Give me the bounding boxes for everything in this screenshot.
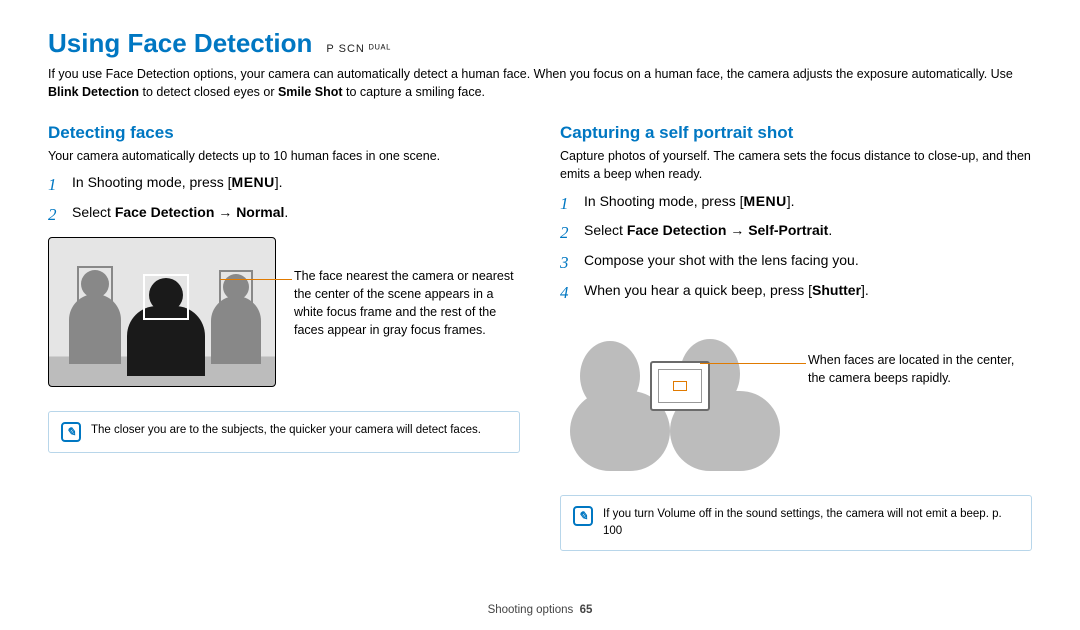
menu-button-label: MENU <box>232 174 275 190</box>
step-number: 1 <box>560 192 574 216</box>
mode-badges: P SCN ᴰᵁᴬᴸ <box>326 43 391 55</box>
page-title: Using Face Detection <box>48 28 312 59</box>
step-number: 3 <box>560 251 574 275</box>
right-step-4: 4 When you hear a quick beep, press [Shu… <box>560 281 1032 305</box>
step-bold: Self-Portrait <box>748 222 828 238</box>
intro-a: If you use Face Detection options, your … <box>48 67 1013 81</box>
step-bold: Face Detection <box>115 204 215 220</box>
note-icon: ✎ <box>573 506 593 526</box>
step-text: ]. <box>275 174 283 190</box>
note-text: The closer you are to the subjects, the … <box>91 422 481 439</box>
step-text: When you hear a quick beep, press [ <box>584 282 812 298</box>
step-text: In Shooting mode, press [ <box>584 193 744 209</box>
step-text: Select <box>72 204 115 220</box>
page-footer: Shooting options 65 <box>0 604 1080 616</box>
intro-d: Smile Shot <box>278 85 343 99</box>
intro-e: to capture a smiling face. <box>343 85 485 99</box>
intro-paragraph: If you use Face Detection options, your … <box>48 65 1032 101</box>
step-text: . <box>284 204 288 220</box>
step-number: 2 <box>560 221 574 245</box>
note-icon: ✎ <box>61 422 81 442</box>
arrow: → <box>726 222 748 238</box>
right-figure-caption: When faces are located in the center, th… <box>808 315 1032 471</box>
right-step-1: 1 In Shooting mode, press [MENU]. <box>560 192 1032 216</box>
right-note: ✎ If you turn Volume off in the sound se… <box>560 495 1032 552</box>
step-text: ]. <box>787 193 795 209</box>
footer-section: Shooting options <box>488 604 574 616</box>
note-text: If you turn Volume off in the sound sett… <box>603 506 1019 541</box>
intro-b: Blink Detection <box>48 85 139 99</box>
right-heading: Capturing a self portrait shot <box>560 123 1032 143</box>
left-step-2: 2 Select Face Detection → Normal. <box>48 203 520 227</box>
step-number: 1 <box>48 173 62 197</box>
step-number: 2 <box>48 203 62 227</box>
left-step-1: 1 In Shooting mode, press [MENU]. <box>48 173 520 197</box>
left-column: Detecting faces Your camera automaticall… <box>48 123 520 551</box>
left-figure-caption: The face nearest the camera or nearest t… <box>294 237 520 387</box>
right-desc: Capture photos of yourself. The camera s… <box>560 147 1032 183</box>
step-text: ]. <box>861 282 869 298</box>
left-note: ✎ The closer you are to the subjects, th… <box>48 411 520 453</box>
step-text: . <box>828 222 832 238</box>
step-text: In Shooting mode, press [ <box>72 174 232 190</box>
step-bold: Normal <box>236 204 284 220</box>
camera-icon <box>650 361 710 411</box>
left-heading: Detecting faces <box>48 123 520 143</box>
step-text: Select <box>584 222 627 238</box>
caption-text: When faces are located in the center, th… <box>808 353 1014 385</box>
footer-page-number: 65 <box>580 604 593 616</box>
step-text: Compose your shot with the lens facing y… <box>584 251 859 271</box>
menu-button-label: MENU <box>744 193 787 209</box>
right-column: Capturing a self portrait shot Capture p… <box>560 123 1032 551</box>
right-step-3: 3 Compose your shot with the lens facing… <box>560 251 1032 275</box>
intro-c: to detect closed eyes or <box>139 85 278 99</box>
step-bold: Shutter <box>812 282 861 298</box>
detecting-faces-figure <box>48 237 276 387</box>
step-bold: Face Detection <box>627 222 727 238</box>
self-portrait-figure <box>560 321 790 471</box>
step-number: 4 <box>560 281 574 305</box>
caption-text: The face nearest the camera or nearest t… <box>294 269 514 337</box>
arrow: → <box>214 204 236 220</box>
right-step-2: 2 Select Face Detection → Self-Portrait. <box>560 221 1032 245</box>
left-desc: Your camera automatically detects up to … <box>48 147 520 165</box>
